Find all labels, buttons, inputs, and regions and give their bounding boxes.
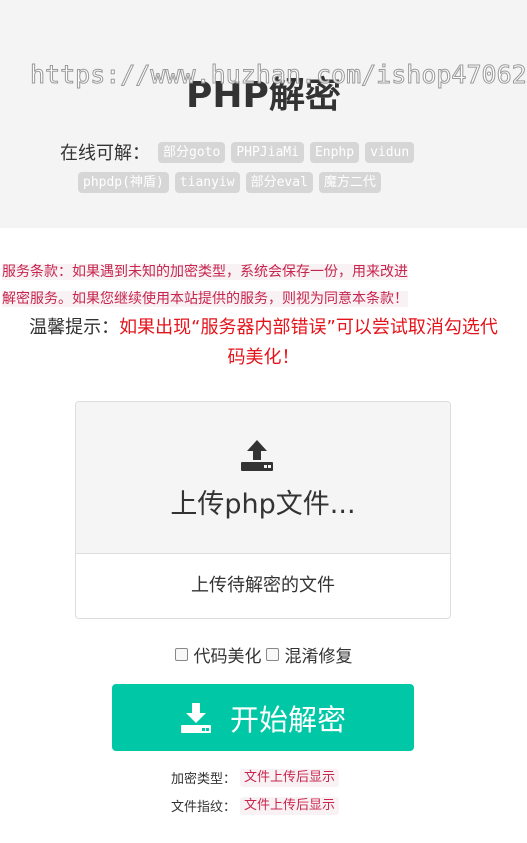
supported-types-row-2: phpdp(神盾) tianyiw 部分eval 魔方二代 — [78, 172, 387, 193]
upload-icon — [241, 440, 273, 471]
tag-vidun: vidun — [365, 141, 415, 163]
obfuscation-fix-label: 混淆修复 — [284, 647, 353, 667]
tag-tianyiw: tianyiw — [174, 172, 240, 193]
tip-text-2: 码美化！ — [227, 347, 300, 368]
tip-prefix: 温馨提示： — [29, 317, 120, 338]
upload-button[interactable]: 上传php文件... — [76, 402, 450, 554]
file-fingerprint-row: 文件指纹： 文件上传后显示 — [171, 796, 340, 815]
supported-types-row-1: 在线可解： 部分goto PHPJiaMi Enphp vidun — [60, 139, 420, 165]
encryption-type-row: 加密类型： 文件上传后显示 — [171, 768, 340, 787]
beautify-label: 代码美化 — [193, 647, 262, 667]
tag-phpjiami: PHPJiaMi — [231, 141, 304, 163]
file-fingerprint-value: 文件上传后显示 — [240, 796, 340, 815]
obfuscation-fix-option[interactable]: 混淆修复 — [265, 642, 353, 667]
beautify-checkbox[interactable] — [174, 648, 188, 661]
start-decrypt-button[interactable]: 开始解密 — [112, 684, 414, 751]
start-decrypt-label: 开始解密 — [229, 702, 346, 737]
upload-hint: 上传待解密的文件 — [191, 575, 335, 596]
tag-mofang: 魔方二代 — [318, 172, 381, 193]
obfuscation-fix-checkbox[interactable] — [265, 648, 279, 661]
beautify-option[interactable]: 代码美化 — [174, 642, 262, 667]
encryption-type-label: 加密类型： — [171, 772, 237, 787]
download-icon — [180, 702, 211, 733]
terms-line-1: 服务条款：如果遇到未知的加密类型，系统会保存一份，用来改进 — [2, 264, 408, 280]
warm-tip: 温馨提示：如果出现“服务器内部错误”可以尝试取消勾选代 码美化！ — [0, 313, 527, 373]
tag-enphp: Enphp — [309, 141, 360, 163]
terms-line-2: 解密服务。如果您继续使用本站提供的服务，则视为同意本条款！ — [2, 291, 408, 307]
upload-button-label: 上传php文件... — [170, 489, 356, 520]
upload-dropzone[interactable]: 上传php文件... 上传待解密的文件 — [75, 401, 451, 619]
hero-panel: PHP解密 https://www.huzhan.com/ishop47062 … — [0, 0, 527, 228]
encryption-type-value: 文件上传后显示 — [240, 768, 340, 787]
options-row: 代码美化 混淆修复 — [0, 642, 527, 667]
terms-of-service: 服务条款：如果遇到未知的加密类型，系统会保存一份，用来改进 解密服务。如果您继续… — [0, 259, 527, 313]
tag-phpdp: phpdp(神盾) — [78, 172, 169, 193]
tag-goto: 部分goto — [158, 141, 226, 163]
watermark: https://www.huzhan.com/ishop47062 — [30, 60, 527, 90]
tip-text-1: 如果出现“服务器内部错误”可以尝试取消勾选代 — [119, 317, 498, 338]
file-fingerprint-label: 文件指纹： — [171, 800, 237, 815]
tag-eval: 部分eval — [245, 172, 313, 193]
online-label: 在线可解： — [60, 143, 150, 164]
